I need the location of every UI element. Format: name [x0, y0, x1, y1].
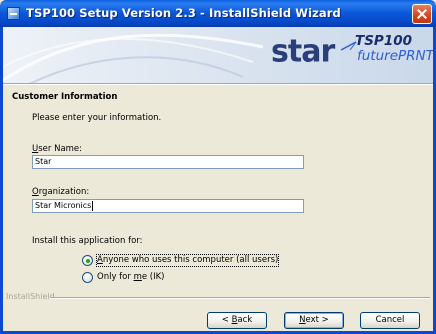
text-caret: [92, 200, 94, 211]
logo-subtitle: futurePRNT: [357, 48, 433, 64]
title-bar[interactable]: TSP100 Setup Version 2.3 - InstallShield…: [0, 0, 436, 27]
installer-app-icon: [7, 7, 20, 20]
logo-model-name: TSP100: [355, 33, 413, 49]
header-banner: star TSP100 futurePRNT: [3, 27, 433, 83]
banner-divider-highlight: [3, 84, 433, 85]
page-title: Customer Information: [12, 92, 118, 102]
footer-divider-highlight: [50, 298, 430, 299]
organization-field[interactable]: Star Micronics: [32, 199, 304, 213]
window-title: TSP100 Setup Version 2.3 - InstallShield…: [26, 6, 341, 20]
installshield-brand: InstallShield: [6, 292, 55, 301]
install-for-label: Install this application for:: [32, 236, 143, 246]
organization-label: Organization:: [32, 187, 90, 197]
page-subtitle: Please enter your information.: [32, 113, 162, 123]
next-button[interactable]: Next >: [284, 312, 344, 329]
star-logo: star: [271, 33, 335, 70]
cancel-button[interactable]: Cancel: [360, 312, 420, 329]
close-button[interactable]: [412, 4, 432, 24]
radio-all-users-label: Anyone who uses this computer (all users…: [95, 254, 280, 267]
radio-only-for-me-label: Only for me (IK): [97, 272, 165, 282]
user-name-label: User Name:: [32, 144, 83, 154]
radio-button-selected[interactable]: [82, 255, 93, 266]
radio-button[interactable]: [82, 272, 93, 283]
back-button[interactable]: < Back: [207, 312, 267, 329]
user-name-field[interactable]: Star: [32, 155, 304, 169]
